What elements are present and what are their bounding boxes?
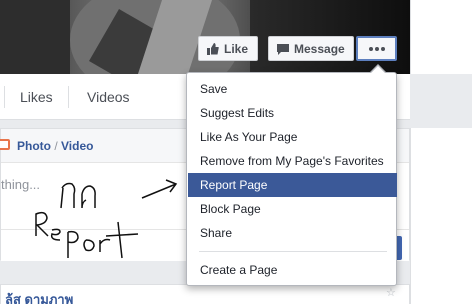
cover-shape — [0, 0, 70, 74]
tab-likes[interactable]: Likes — [20, 74, 53, 120]
photo-link-label[interactable]: Photo — [17, 139, 51, 153]
photo-video-link[interactable]: Photo / Video — [17, 139, 93, 153]
ellipsis-icon — [368, 46, 385, 51]
photo-icon — [0, 139, 10, 150]
section-title: ล้ส ดามภาพ — [5, 292, 74, 304]
photo-video-separator: / — [51, 139, 62, 153]
more-options-button[interactable] — [356, 36, 397, 61]
right-column-card — [410, 128, 472, 304]
menu-item-like-as-page[interactable]: Like As Your Page — [188, 125, 397, 149]
composer-input[interactable]: thing... — [1, 177, 40, 192]
menu-item-save[interactable]: Save — [188, 77, 397, 101]
thumbs-up-icon — [207, 42, 219, 55]
menu-item-suggest-edits[interactable]: Suggest Edits — [188, 101, 397, 125]
message-icon — [277, 43, 289, 55]
tab-divider — [4, 86, 5, 108]
menu-item-create-page[interactable]: Create a Page — [188, 258, 397, 282]
tab-videos[interactable]: Videos — [87, 74, 130, 120]
menu-caret-fill — [371, 66, 385, 73]
tab-divider — [68, 86, 69, 108]
menu-item-block-page[interactable]: Block Page — [188, 197, 397, 221]
star-icon[interactable]: ☆ — [386, 286, 398, 299]
menu-item-remove-favorites[interactable]: Remove from My Page's Favorites — [188, 149, 397, 173]
menu-item-report-page[interactable]: Report Page — [188, 173, 397, 197]
more-options-menu: Save Suggest Edits Like As Your Page Rem… — [186, 72, 397, 286]
message-button-label: Message — [294, 41, 345, 56]
video-link-label[interactable]: Video — [61, 139, 93, 153]
message-button[interactable]: Message — [268, 36, 354, 61]
menu-divider — [199, 251, 387, 252]
menu-item-share[interactable]: Share — [188, 221, 397, 245]
lower-section: ล้ส ดามภาพ — [0, 284, 410, 304]
right-column-top — [410, 0, 472, 74]
like-button-label: Like — [224, 41, 249, 56]
like-button[interactable]: Like — [198, 36, 258, 61]
